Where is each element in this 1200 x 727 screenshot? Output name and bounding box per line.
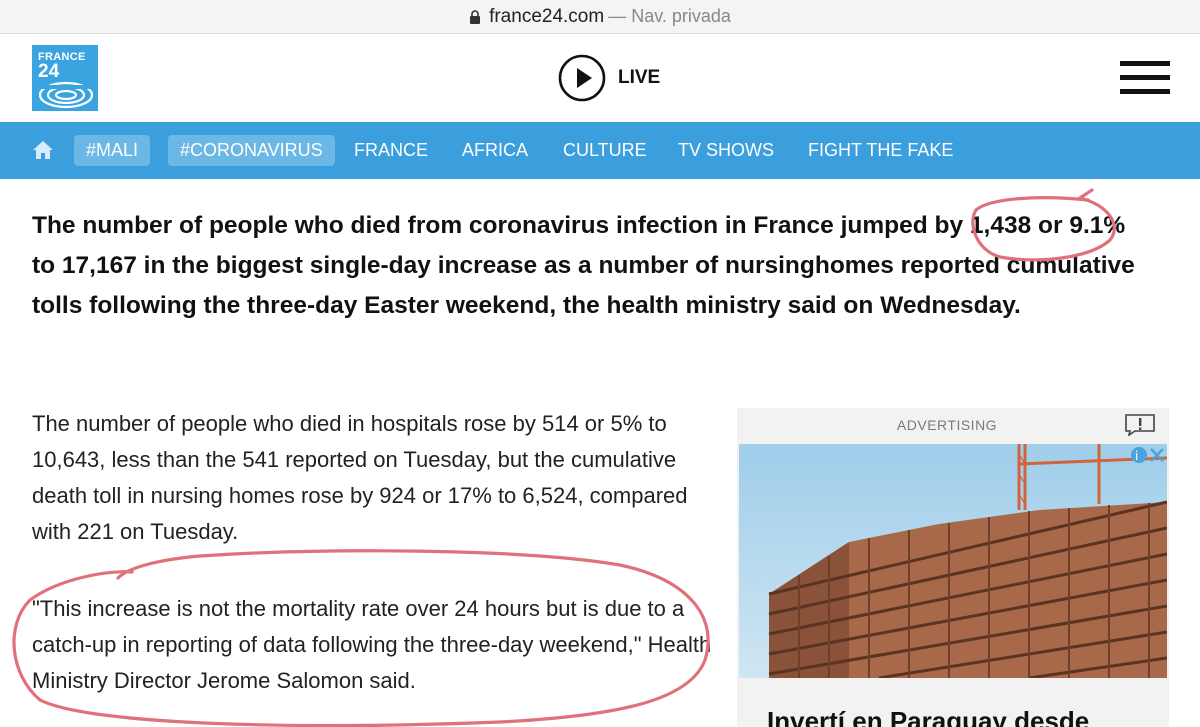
nav-item-fight-the-fake[interactable]: FIGHT THE FAKE: [808, 135, 953, 166]
browser-address-bar[interactable]: france24.com — Nav. privada: [0, 0, 1200, 34]
report-ad-icon[interactable]: [1123, 412, 1157, 436]
hamburger-menu-icon[interactable]: [1120, 61, 1170, 95]
article-paragraph: The number of people who died in hospita…: [32, 411, 688, 544]
ad-image[interactable]: i: [739, 444, 1167, 678]
live-button[interactable]: LIVE: [558, 54, 660, 102]
logo-text-24: 24: [38, 61, 60, 82]
lock-icon: [469, 9, 481, 24]
main-navigation: #MALI #CORONAVIRUS FRANCE AFRICA CULTURE…: [0, 122, 1200, 179]
nav-tag-coronavirus[interactable]: #CORONAVIRUS: [168, 135, 335, 166]
nav-item-africa[interactable]: AFRICA: [462, 135, 528, 166]
advertisement[interactable]: ADVERTISING i Invertí en Paraguay desde: [737, 408, 1169, 727]
nav-item-france[interactable]: FRANCE: [354, 135, 428, 166]
article-lead-paragraph: The number of people who died from coron…: [32, 212, 1135, 319]
nav-item-tv-shows[interactable]: TV SHOWS: [678, 135, 774, 166]
advertising-label: ADVERTISING: [896, 417, 998, 433]
article-quote-paragraph: "This increase is not the mortality rate…: [32, 596, 712, 693]
live-label: LIVE: [618, 67, 661, 88]
home-icon[interactable]: [32, 139, 54, 161]
nav-tag-mali[interactable]: #MALI: [74, 135, 151, 166]
private-browsing-label: — Nav. privada: [608, 6, 731, 26]
site-header: FRANCE 24 LIVE: [0, 34, 1200, 122]
ad-headline[interactable]: Invertí en Paraguay desde: [767, 706, 1089, 727]
play-icon: [558, 54, 606, 102]
url-domain[interactable]: france24.com: [489, 6, 604, 28]
france24-logo[interactable]: FRANCE 24: [32, 45, 98, 111]
nav-item-culture[interactable]: CULTURE: [563, 135, 647, 166]
svg-text:i: i: [1135, 449, 1138, 463]
